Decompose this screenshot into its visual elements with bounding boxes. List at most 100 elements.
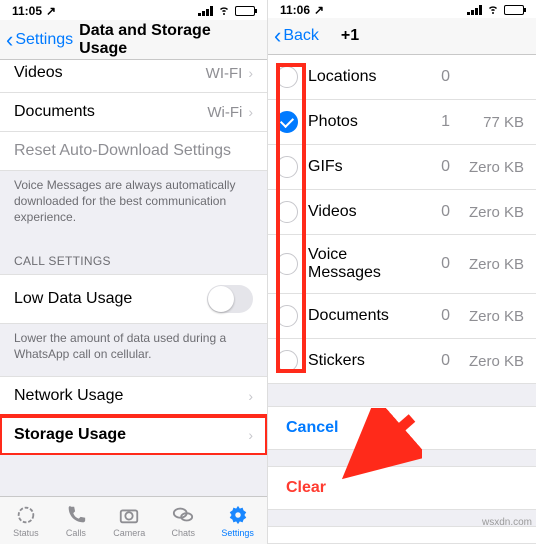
clear-button[interactable]: Clear — [268, 466, 536, 510]
tab-settings[interactable]: Settings — [221, 504, 254, 538]
back-label: Back — [283, 27, 319, 45]
back-label: Settings — [15, 31, 73, 49]
select-checkbox[interactable] — [276, 156, 298, 178]
select-checkbox[interactable] — [276, 111, 298, 133]
row-label: Reset Auto-Download Settings — [14, 142, 231, 160]
row-size: Zero KB — [460, 159, 524, 176]
network-usage-row[interactable]: Network Usage › — [0, 376, 267, 416]
reset-auto-download-row[interactable]: Reset Auto-Download Settings — [0, 132, 267, 171]
media-row-voice-messages[interactable]: Voice Messages 0 Zero KB — [268, 235, 536, 294]
voice-messages-note: Voice Messages are always automatically … — [0, 171, 267, 240]
row-count: 0 — [424, 203, 450, 221]
nav-bar: ‹ Settings Data and Storage Usage — [0, 20, 267, 60]
tab-bar: Status Calls Camera Chats Settings — [0, 496, 267, 544]
right-screenshot: 11:06 ↗ ‹ Back +1 Locations 0 Photos 1 77 KB… — [268, 0, 536, 544]
row-label: Network Usage — [14, 387, 123, 405]
row-label: Voice Messages — [308, 246, 414, 282]
chevron-right-icon: › — [248, 104, 253, 120]
row-value: Wi-Fi — [207, 104, 242, 121]
row-value: WI-FI — [206, 65, 243, 82]
location-arrow-icon: ↗ — [314, 3, 324, 17]
media-row-locations[interactable]: Locations 0 — [268, 55, 536, 100]
low-data-toggle[interactable] — [207, 285, 253, 313]
row-label: GIFs — [308, 158, 414, 176]
camera-icon — [118, 504, 140, 526]
status-time: 11:05 — [12, 4, 42, 18]
phone-icon — [65, 504, 87, 526]
status-bar: 11:05 ↗ — [0, 0, 267, 20]
documents-row[interactable]: Documents Wi-Fi › — [0, 93, 267, 132]
back-button[interactable]: ‹ Settings — [6, 29, 73, 51]
row-label: Videos — [14, 64, 63, 82]
wifi-icon — [486, 3, 500, 18]
row-label: Storage Usage — [14, 426, 126, 444]
select-checkbox[interactable] — [276, 66, 298, 88]
select-checkbox[interactable] — [276, 253, 298, 275]
row-size: 77 KB — [460, 114, 524, 131]
battery-icon — [235, 6, 255, 16]
storage-usage-row[interactable]: Storage Usage › — [0, 416, 267, 455]
nav-bar: ‹ Back +1 — [268, 18, 536, 55]
row-count: 0 — [424, 255, 450, 273]
row-count: 0 — [424, 307, 450, 325]
row-label: Locations — [308, 68, 414, 86]
tab-label: Calls — [66, 528, 86, 538]
row-count: 0 — [424, 68, 450, 86]
chevron-left-icon: ‹ — [274, 25, 281, 47]
battery-icon — [504, 5, 524, 15]
chats-icon — [172, 504, 194, 526]
row-label: Videos — [308, 203, 414, 221]
row-count: 0 — [424, 352, 450, 370]
videos-row[interactable]: Videos WI-FI › — [0, 60, 267, 93]
page-title: Data and Storage Usage — [79, 22, 261, 58]
location-arrow-icon: ↗ — [46, 4, 56, 18]
chevron-right-icon: › — [248, 65, 253, 81]
page-title: +1 — [341, 27, 359, 45]
select-checkbox[interactable] — [276, 305, 298, 327]
signal-icon — [467, 5, 482, 15]
chevron-right-icon: › — [248, 427, 253, 443]
back-button[interactable]: ‹ Back — [274, 25, 319, 47]
row-size: Zero KB — [460, 256, 524, 273]
row-size: Zero KB — [460, 353, 524, 370]
row-label: Documents — [308, 307, 414, 325]
media-row-documents[interactable]: Documents 0 Zero KB — [268, 294, 536, 339]
status-time: 11:06 — [280, 3, 310, 17]
signal-icon — [198, 6, 213, 16]
media-row-videos[interactable]: Videos 0 Zero KB — [268, 190, 536, 235]
row-label: Stickers — [308, 352, 414, 370]
tab-label: Settings — [221, 528, 254, 538]
gear-icon — [227, 504, 249, 526]
call-settings-header: CALL SETTINGS — [0, 240, 267, 274]
row-count: 0 — [424, 158, 450, 176]
status-bar: 11:06 ↗ — [268, 0, 536, 18]
tab-status[interactable]: Status — [13, 504, 39, 538]
select-checkbox[interactable] — [276, 201, 298, 223]
wifi-icon — [217, 4, 231, 19]
media-row-photos[interactable]: Photos 1 77 KB — [268, 100, 536, 145]
tab-label: Chats — [172, 528, 196, 538]
chevron-right-icon: › — [248, 388, 253, 404]
low-data-note: Lower the amount of data used during a W… — [0, 324, 267, 376]
left-screenshot: 11:05 ↗ ‹ Settings Data and Storage Usag… — [0, 0, 268, 544]
cancel-button[interactable]: Cancel — [268, 406, 536, 450]
media-row-stickers[interactable]: Stickers 0 Zero KB — [268, 339, 536, 384]
row-size: Zero KB — [460, 308, 524, 325]
empty-row — [268, 526, 536, 544]
select-checkbox[interactable] — [276, 350, 298, 372]
tab-calls[interactable]: Calls — [65, 504, 87, 538]
row-label: Photos — [308, 113, 414, 131]
row-count: 1 — [424, 113, 450, 131]
tab-chats[interactable]: Chats — [172, 504, 196, 538]
row-size: Zero KB — [460, 204, 524, 221]
tab-label: Status — [13, 528, 39, 538]
status-icon — [15, 504, 37, 526]
media-row-gifs[interactable]: GIFs 0 Zero KB — [268, 145, 536, 190]
chevron-left-icon: ‹ — [6, 29, 13, 51]
row-label: Documents — [14, 103, 95, 121]
low-data-usage-row: Low Data Usage — [0, 274, 267, 324]
tab-label: Camera — [113, 528, 145, 538]
row-label: Low Data Usage — [14, 290, 132, 308]
watermark: wsxdn.com — [482, 517, 532, 528]
tab-camera[interactable]: Camera — [113, 504, 145, 538]
